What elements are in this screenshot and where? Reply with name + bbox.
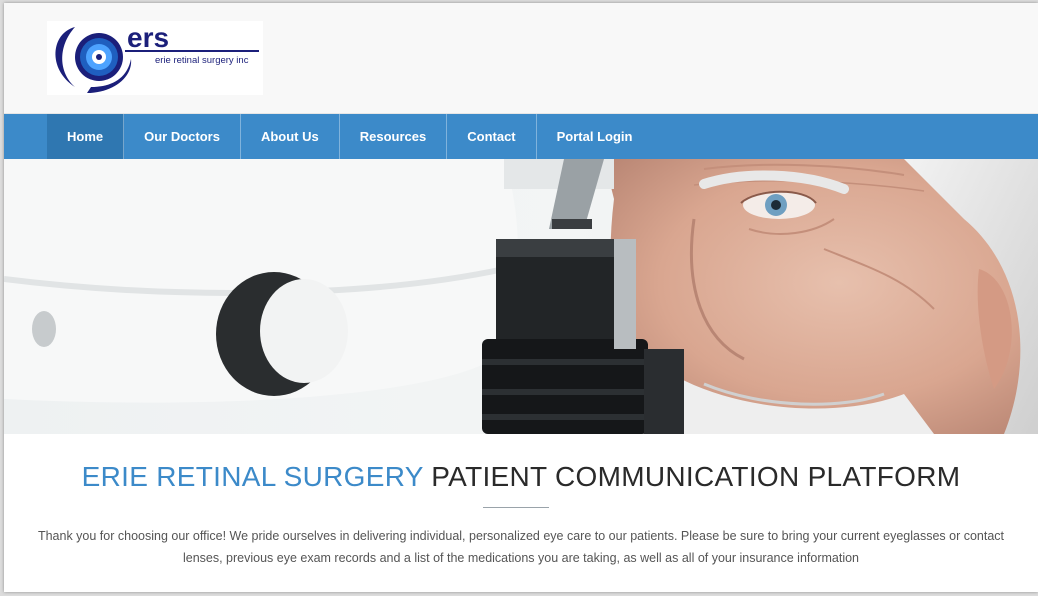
logo-letters: ers: [127, 22, 169, 53]
nav-portal-login[interactable]: Portal Login: [537, 114, 653, 159]
intro-text: Thank you for choosing our office! We pr…: [37, 529, 1005, 565]
headline-accent: ERIE RETINAL SURGERY: [81, 461, 424, 492]
nav-contact[interactable]: Contact: [447, 114, 537, 159]
page-headline: ERIE RETINAL SURGERY PATIENT COMMUNICATI…: [4, 461, 1038, 493]
nav-about-us[interactable]: About Us: [241, 114, 340, 159]
nav-home[interactable]: Home: [47, 114, 125, 159]
site-header: ers erie retinal surgery inc: [4, 3, 1038, 114]
site-logo[interactable]: ers erie retinal surgery inc: [47, 21, 263, 95]
hero-image: [4, 159, 1038, 434]
nav-our-doctors[interactable]: Our Doctors: [124, 114, 241, 159]
main-nav: Home Our Doctors About Us Resources Cont…: [4, 114, 1038, 159]
headline-divider: [483, 507, 549, 508]
logo-tagline: erie retinal surgery inc: [155, 55, 249, 66]
page: ers erie retinal surgery inc Home Our Do…: [4, 3, 1038, 592]
nav-resources[interactable]: Resources: [340, 114, 448, 159]
headline-rest: PATIENT COMMUNICATION PLATFORM: [423, 461, 961, 492]
